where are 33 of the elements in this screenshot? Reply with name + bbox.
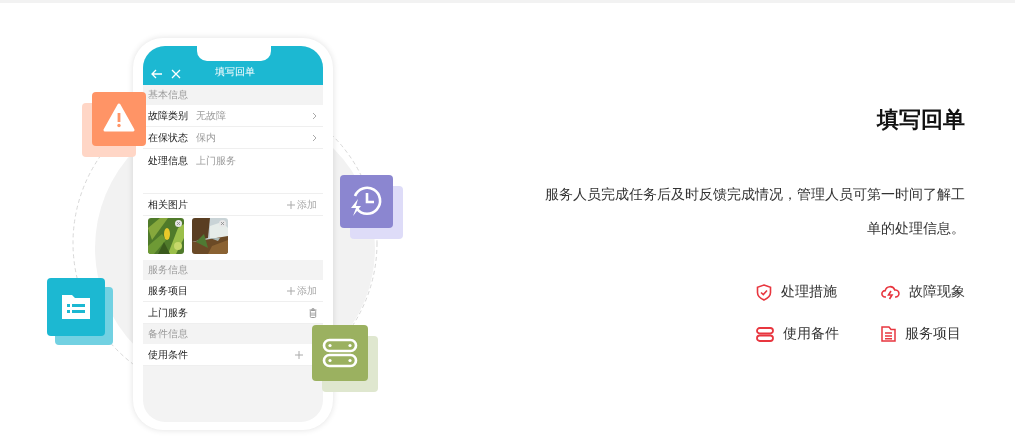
- screen-title: 填写回单: [215, 65, 255, 79]
- section-header: 基本信息: [147, 88, 189, 102]
- text-area-field[interactable]: 处理信息 上门服务: [143, 149, 323, 194]
- server-icon: [756, 326, 774, 342]
- feature-label: 服务项目: [905, 325, 961, 343]
- trash-icon[interactable]: [309, 307, 317, 318]
- close-icon[interactable]: [171, 69, 181, 79]
- cloud-lightning-icon: [881, 284, 900, 300]
- select-row[interactable]: 在保状态 保内: [143, 127, 323, 149]
- feature-label: 处理措施: [781, 283, 837, 301]
- select-row[interactable]: 故障类别 无故障: [143, 105, 323, 127]
- remove-icon[interactable]: [219, 220, 226, 227]
- plus-icon: [287, 286, 295, 295]
- plus-icon[interactable]: [295, 350, 303, 359]
- remove-icon[interactable]: [175, 220, 182, 227]
- row-label: 相关图片: [148, 197, 188, 212]
- row-label: 服务项目: [148, 283, 188, 298]
- section-title: 填写回单: [877, 106, 965, 134]
- back-arrow-icon[interactable]: [151, 69, 163, 79]
- feature-label: 使用备件: [783, 325, 839, 343]
- plus-icon: [287, 200, 295, 209]
- chevron-right-icon: [312, 133, 317, 142]
- section-header: 服务信息: [147, 263, 189, 277]
- folder-list-icon: [47, 278, 113, 345]
- clock-lightning-icon: [340, 175, 403, 239]
- section-header: 备件信息: [147, 327, 189, 341]
- feature-label: 故障现象: [909, 283, 965, 301]
- chevron-right-icon: [312, 111, 317, 120]
- shield-check-icon: [756, 283, 772, 301]
- description: 服务人员完成任务后及时反馈完成情况，管理人员可第一时间了解工单的处理信息。: [544, 185, 965, 238]
- row-label: 使用条件: [148, 347, 188, 362]
- document-icon: [881, 326, 896, 342]
- row-label: 上门服务: [148, 305, 188, 320]
